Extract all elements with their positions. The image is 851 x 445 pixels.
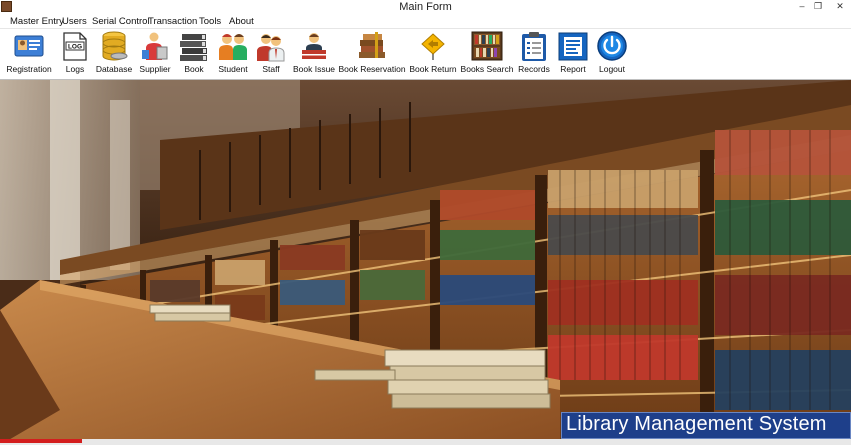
menu-users[interactable]: Users <box>62 16 87 27</box>
book-reservation-button[interactable]: Book Reservation <box>338 30 406 78</box>
supplier-button[interactable]: Supplier <box>138 30 172 78</box>
students-icon <box>219 34 247 60</box>
logs-button[interactable]: LOG Logs <box>58 30 92 78</box>
log-file-icon: LOG <box>63 32 87 61</box>
menu-bar: Master Entry Users Serial Control Transa… <box>0 14 851 29</box>
books-search-icon <box>471 31 503 61</box>
menu-transaction[interactable]: Transaction <box>148 16 197 27</box>
toolbar: Registration LOG Logs Database Supplier <box>0 29 851 80</box>
supplier-icon <box>142 32 168 60</box>
power-icon <box>597 31 627 61</box>
books-search-label: Books Search <box>460 64 514 74</box>
book-issue-icon <box>302 33 326 59</box>
records-clipboard-icon <box>522 32 546 61</box>
banner-title: Library Management System <box>566 413 827 435</box>
book-return-icon <box>421 33 445 60</box>
library-illustration <box>0 80 851 445</box>
staff-icon <box>257 34 285 62</box>
book-return-label: Book Return <box>409 64 457 74</box>
taskbar-progress <box>0 439 82 443</box>
book-reservation-icon <box>359 32 385 58</box>
report-label: Report <box>560 64 586 74</box>
menu-master-entry[interactable]: Master Entry <box>10 16 64 27</box>
book-issue-label: Book Issue <box>292 64 336 74</box>
book-reservation-label: Book Reservation <box>338 64 406 74</box>
taskbar-strip <box>0 439 851 445</box>
database-button[interactable]: Database <box>96 30 132 78</box>
supplier-label: Supplier <box>139 64 171 74</box>
books-search-button[interactable]: Books Search <box>461 30 513 78</box>
menu-serial-control[interactable]: Serial Control <box>92 16 150 27</box>
staff-label: Staff <box>262 64 280 74</box>
minimize-button[interactable]: – <box>795 0 809 13</box>
database-label: Database <box>95 64 133 74</box>
logout-label: Logout <box>599 64 625 74</box>
book-issue-button[interactable]: Book Issue <box>292 30 336 78</box>
report-button[interactable]: Report <box>556 30 590 78</box>
books-stack-icon <box>180 34 207 61</box>
book-return-button[interactable]: Book Return <box>409 30 457 78</box>
window-title: Main Form <box>399 1 452 13</box>
logout-button[interactable]: Logout <box>595 30 629 78</box>
student-button[interactable]: Student <box>216 30 250 78</box>
close-button[interactable]: ✕ <box>829 0 851 13</box>
student-label: Student <box>218 64 248 74</box>
maximize-button[interactable]: ❐ <box>811 0 825 13</box>
title-bar: Main Form – ❐ ✕ <box>0 0 851 14</box>
staff-button[interactable]: Staff <box>255 30 287 78</box>
registration-label: Registration <box>6 64 52 74</box>
report-icon <box>558 32 588 61</box>
menu-about[interactable]: About <box>229 16 254 27</box>
book-button[interactable]: Book <box>177 30 211 78</box>
menu-tools[interactable]: Tools <box>199 16 221 27</box>
logs-label: Logs <box>65 64 85 74</box>
library-background-image <box>0 80 851 445</box>
records-label: Records <box>518 64 550 74</box>
book-label: Book <box>184 64 204 74</box>
records-button[interactable]: Records <box>517 30 551 78</box>
database-icon <box>102 31 128 61</box>
svg-text:LOG: LOG <box>68 44 82 51</box>
registration-card-icon <box>14 35 44 57</box>
registration-button[interactable]: Registration <box>6 30 52 78</box>
